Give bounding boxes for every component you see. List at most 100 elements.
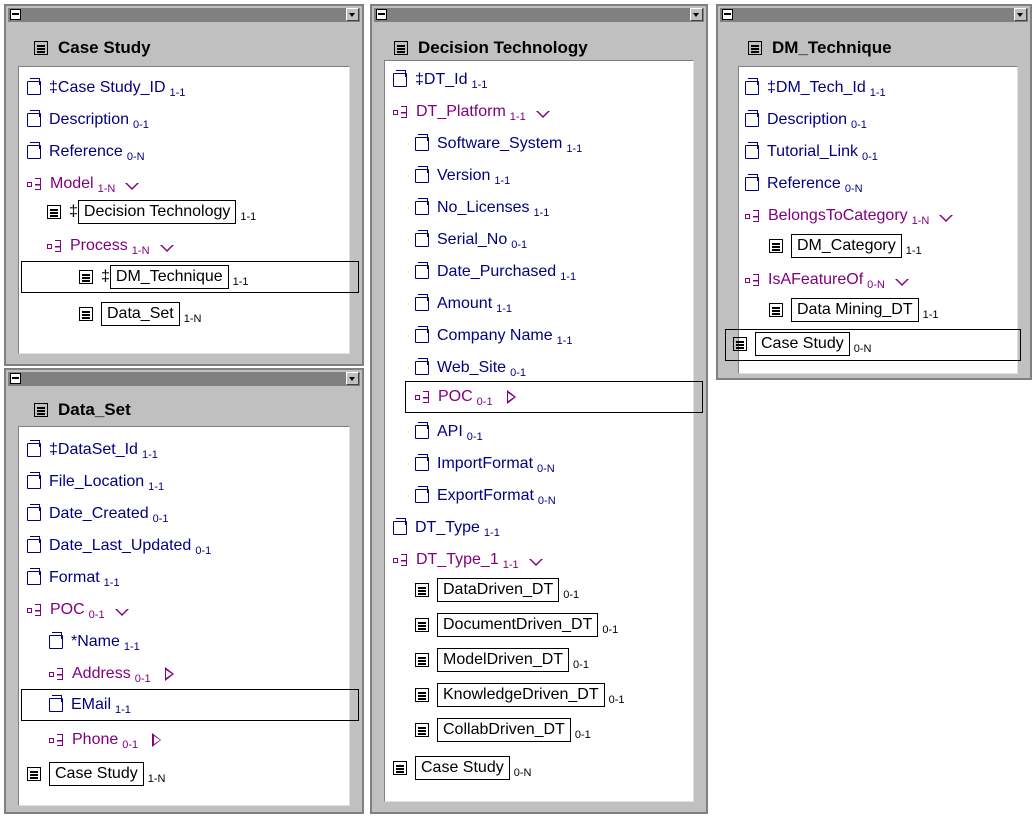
- attribute-icon: [27, 472, 41, 489]
- list-item[interactable]: No_Licenses 1-1: [415, 195, 549, 221]
- system-menu-icon[interactable]: [10, 9, 21, 20]
- group-item[interactable]: POC 0-1: [415, 384, 516, 410]
- table-ref-item[interactable]: DataDriven_DT 0-1: [415, 577, 579, 603]
- item-label: Web_Site: [437, 359, 507, 376]
- table-ref-item[interactable]: CollabDriven_DT 0-1: [415, 717, 591, 743]
- list-item[interactable]: Description 0-1: [745, 107, 867, 133]
- table-icon: [394, 41, 408, 55]
- dm-technique-window[interactable]: DM_Technique ‡DM_Tech_Id 1-1 Description 0…: [716, 4, 1032, 380]
- group-item[interactable]: DT_Type_1 1-1: [393, 547, 543, 573]
- table-ref-item[interactable]: Data Mining_DT 1-1: [769, 297, 939, 323]
- list-item[interactable]: Reference 0-N: [27, 139, 145, 165]
- list-item[interactable]: Date_Last_Updated 0-1: [27, 533, 211, 559]
- case-study-window[interactable]: Case Study ‡Case Study_ID 1-1 Description…: [4, 4, 364, 366]
- title-bar[interactable]: [720, 8, 1028, 22]
- table-ref-item[interactable]: Case Study 1-N: [27, 761, 165, 787]
- list-item[interactable]: Tutorial_Link 0-1: [745, 139, 878, 165]
- table-ref-item[interactable]: ‡ Decision Technology 1-1: [47, 199, 256, 225]
- list-item[interactable]: Software_System 1-1: [415, 131, 582, 157]
- list-item[interactable]: Serial_No 0-1: [415, 227, 527, 253]
- table-ref-item[interactable]: ModelDriven_DT 0-1: [415, 647, 589, 673]
- system-menu-icon[interactable]: [376, 9, 387, 20]
- list-item[interactable]: Format 1-1: [27, 565, 120, 591]
- item-label: DT_Type_1: [416, 551, 499, 568]
- system-menu-icon[interactable]: [10, 373, 21, 384]
- expand-triangle-icon[interactable]: [152, 733, 162, 747]
- dropdown-arrow-icon[interactable]: [1014, 8, 1027, 21]
- cardinality: 1-1: [533, 207, 550, 219]
- list-item[interactable]: Version 1-1: [415, 163, 510, 189]
- table-icon: [79, 307, 93, 321]
- table-ref-item[interactable]: DocumentDriven_DT 0-1: [415, 612, 618, 638]
- group-item[interactable]: Phone 0-1: [49, 727, 162, 753]
- list-item[interactable]: DT_Type 1-1: [393, 515, 500, 541]
- attribute-icon: [415, 166, 429, 183]
- item-label: ‡DT_Id: [415, 71, 468, 88]
- item-label: Reference: [767, 175, 841, 192]
- attribute-icon: [27, 536, 41, 553]
- system-menu-icon[interactable]: [722, 9, 733, 20]
- list-item[interactable]: ‡DT_Id 1-1: [393, 67, 487, 93]
- list-item[interactable]: Description 0-1: [27, 107, 149, 133]
- group-icon: [47, 239, 62, 253]
- title-bar[interactable]: [374, 8, 704, 22]
- item-label: Case Study: [755, 332, 850, 356]
- group-item[interactable]: Address 0-1: [49, 661, 174, 687]
- item-label: CollabDriven_DT: [437, 718, 571, 742]
- table-ref-item[interactable]: KnowledgeDriven_DT 0-1: [415, 682, 625, 708]
- title-bar[interactable]: [8, 372, 360, 386]
- group-item[interactable]: BelongsToCategory 1-N: [745, 203, 954, 229]
- data-set-window[interactable]: Data_Set ‡DataSet_Id 1-1 File_Location 1-1…: [4, 368, 364, 814]
- item-label: DM_Technique: [109, 265, 229, 289]
- list-item[interactable]: Date_Created 0-1: [27, 501, 169, 527]
- group-icon: [745, 273, 760, 287]
- list-item[interactable]: ExportFormat 0-N: [415, 483, 556, 509]
- collapse-triangle-icon[interactable]: [894, 278, 909, 286]
- list-item[interactable]: EMail 1-1: [49, 692, 131, 718]
- group-item[interactable]: Model 1-N: [27, 171, 140, 197]
- item-label: EMail: [71, 696, 112, 713]
- table-ref-item[interactable]: DM_Category 1-1: [769, 233, 922, 259]
- list-item[interactable]: ImportFormat 0-N: [415, 451, 555, 477]
- list-item[interactable]: ‡DM_Tech_Id 1-1: [745, 75, 886, 101]
- group-item[interactable]: POC 0-1: [27, 597, 129, 623]
- collapse-triangle-icon[interactable]: [159, 244, 174, 252]
- list-item[interactable]: ‡DataSet_Id 1-1: [27, 437, 158, 463]
- table-icon: [415, 583, 429, 597]
- table-icon: [47, 205, 61, 219]
- table-ref-item[interactable]: ‡ DM_Technique 1-1: [79, 264, 249, 290]
- group-item[interactable]: IsAFeatureOf 0-N: [745, 267, 909, 293]
- group-item[interactable]: Process 1-N: [47, 233, 174, 259]
- item-label: ‡DM_Tech_Id: [767, 79, 866, 96]
- list-item[interactable]: Reference 0-N: [745, 171, 863, 197]
- dropdown-arrow-icon[interactable]: [690, 8, 703, 21]
- table-ref-item[interactable]: Case Study 0-N: [733, 331, 871, 357]
- expand-triangle-icon[interactable]: [164, 667, 174, 681]
- collapse-triangle-icon[interactable]: [125, 182, 140, 190]
- list-item[interactable]: Company Name 1-1: [415, 323, 573, 349]
- dropdown-arrow-icon[interactable]: [346, 8, 359, 21]
- table-ref-item[interactable]: Case Study 0-N: [393, 755, 531, 781]
- collapse-triangle-icon[interactable]: [528, 558, 543, 566]
- list-item[interactable]: File_Location 1-1: [27, 469, 164, 495]
- list-item[interactable]: Amount 1-1: [415, 291, 512, 317]
- window-header: Data_Set: [34, 396, 131, 424]
- list-item[interactable]: Web_Site 0-1: [415, 355, 526, 381]
- collapse-triangle-icon[interactable]: [939, 214, 954, 222]
- list-item[interactable]: API 0-1: [415, 419, 483, 445]
- decision-technology-window[interactable]: Decision Technology ‡DT_Id 1-1 DT_Platfor…: [370, 4, 708, 814]
- list-item[interactable]: *Name 1-1: [49, 629, 140, 655]
- collapse-triangle-icon[interactable]: [114, 608, 129, 616]
- window-title: DM_Technique: [772, 38, 892, 57]
- attribute-icon: [415, 230, 429, 247]
- item-list: ‡DM_Tech_Id 1-1 Description 0-1 Tutorial_L…: [725, 66, 1021, 374]
- group-item[interactable]: DT_Platform 1-1: [393, 99, 550, 125]
- expand-triangle-icon[interactable]: [506, 390, 516, 404]
- table-ref-item[interactable]: Data_Set 1-N: [79, 301, 201, 327]
- list-item[interactable]: Date_Purchased 1-1: [415, 259, 576, 285]
- title-bar[interactable]: [8, 8, 360, 22]
- dropdown-arrow-icon[interactable]: [346, 372, 359, 385]
- list-item[interactable]: ‡Case Study_ID 1-1: [27, 75, 185, 101]
- item-label: DM_Category: [791, 234, 902, 258]
- collapse-triangle-icon[interactable]: [535, 110, 550, 118]
